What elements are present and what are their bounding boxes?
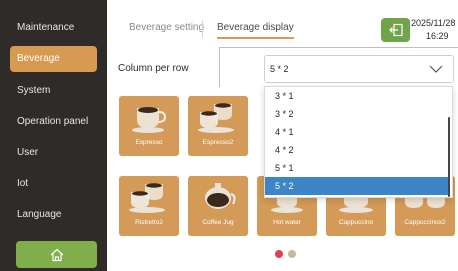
jug-icon: [205, 183, 236, 209]
sidebar-item-beverage[interactable]: Beverage: [10, 46, 97, 72]
select-value: 5 * 2: [270, 64, 289, 74]
single-cup-icon: [132, 107, 167, 133]
page-dot-inactive[interactable]: [288, 250, 296, 258]
sidebar-item-user[interactable]: User: [10, 140, 97, 166]
dropdown-scrollbar[interactable]: [448, 117, 450, 197]
sidebar-item-system[interactable]: System: [10, 78, 97, 104]
tile-label: Espresso: [135, 139, 163, 146]
time-text: 16:29: [426, 31, 449, 41]
tab-beverage-display[interactable]: Beverage display: [217, 22, 294, 39]
option-4x2[interactable]: 4 * 2: [265, 141, 448, 159]
tile-label: Coffee Jug: [202, 219, 234, 226]
preview-frame-top: [219, 47, 458, 48]
tab-beverage-setting[interactable]: Beverage setting: [129, 22, 204, 37]
exit-icon: [388, 23, 403, 37]
beverage-tile-ristretto2[interactable]: Ristretto2: [119, 176, 179, 236]
beverage-tile-coffee-jug[interactable]: Coffee Jug: [188, 176, 248, 236]
home-icon: [50, 248, 63, 261]
column-per-row-options: 3 * 1 3 * 2 4 * 1 4 * 2 5 * 1 5 * 2: [264, 86, 453, 198]
beverage-tile-espresso2[interactable]: Espresso2: [188, 96, 248, 156]
option-3x2[interactable]: 3 * 2: [265, 105, 448, 123]
sidebar-item-iot[interactable]: Iot: [10, 171, 97, 197]
exit-button[interactable]: [381, 18, 410, 42]
column-per-row-select[interactable]: 5 * 2: [264, 55, 454, 83]
option-5x1[interactable]: 5 * 1: [265, 159, 448, 177]
option-3x1[interactable]: 3 * 1: [265, 87, 448, 105]
option-5x2[interactable]: 5 * 2: [265, 177, 448, 195]
tile-label: Ristretto2: [135, 219, 163, 226]
sidebar-item-maintenance[interactable]: Maintenance: [10, 15, 97, 41]
double-cup-icon: [198, 103, 234, 133]
option-4x1[interactable]: 4 * 1: [265, 123, 448, 141]
date-text: 2025/11/28: [411, 18, 456, 28]
sidebar-item-language[interactable]: Language: [10, 202, 97, 228]
double-cup-icon: [129, 183, 165, 213]
beverage-tile-espresso[interactable]: Espresso: [119, 96, 179, 156]
preview-frame-left: [219, 47, 220, 87]
column-per-row-label: Column per row: [118, 63, 189, 74]
chevron-down-icon: [429, 65, 443, 73]
tile-label: Espresso2: [202, 139, 234, 146]
tile-label: Cappuccinox2: [404, 219, 446, 226]
sidebar-item-operation-panel[interactable]: Operation panel: [10, 109, 97, 135]
sidebar: Maintenance Beverage System Operation pa…: [0, 0, 107, 271]
tile-label: Cappuccino: [338, 219, 374, 226]
tile-label: Hot water: [273, 219, 301, 226]
home-button[interactable]: [16, 241, 97, 268]
tab-divider: [202, 20, 203, 38]
page-dot-active[interactable]: [275, 250, 283, 258]
